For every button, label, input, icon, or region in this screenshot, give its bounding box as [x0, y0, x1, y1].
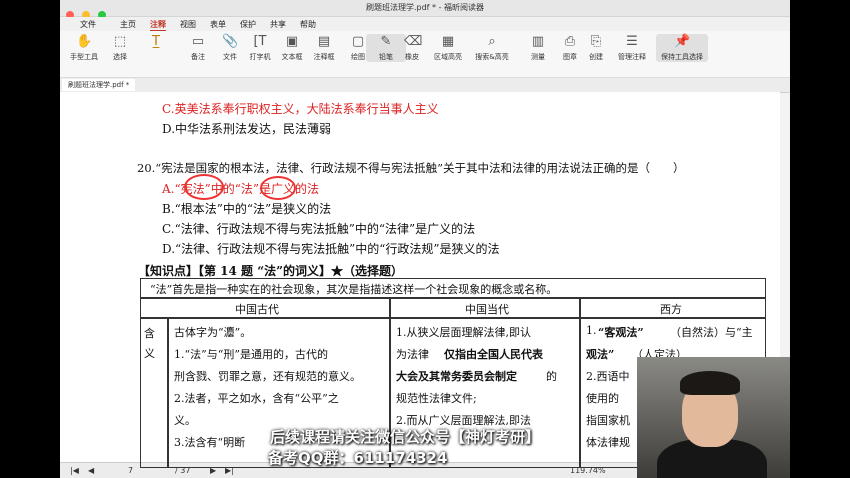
measure-icon: ▥: [531, 34, 545, 49]
select-icon: ⬚: [113, 34, 127, 49]
cell-ancient-line: 2.法者，平之如水，含有“公平”之: [174, 392, 339, 405]
subtitle-line-2: 备考QQ群：611174324: [268, 449, 448, 467]
document-tab[interactable]: 刷题班法理学.pdf *: [62, 79, 136, 91]
textbox-icon: ▣: [285, 34, 299, 49]
cell-modern-line: 规范性法律文件;: [396, 392, 477, 405]
note-icon: ▭: [191, 34, 205, 49]
cell-west-line: （自然法）与“主: [670, 326, 753, 339]
webcam-overlay: [637, 357, 790, 478]
option-b: B.“根本法”中的“法”是狭义的法: [162, 202, 332, 216]
option-c-prev: C.英美法系奉行职权主义，大陆法系奉行当事人主义: [162, 102, 439, 116]
typewriter-icon: [T: [253, 34, 267, 49]
search-highlight-icon: ⌕: [488, 34, 496, 49]
pin-icon: 📌: [674, 34, 691, 49]
cell-west-highlight: 观法”: [586, 348, 615, 361]
cell-modern-line: 1.从狭义层面理解法律,即认: [396, 326, 531, 339]
subtitle-line-1: 后续课程请关注微信公众号【神灯考研】: [270, 428, 541, 446]
area-highlight-button[interactable]: ▦ 区域高亮: [428, 34, 468, 62]
menu-view[interactable]: 视图: [180, 19, 196, 30]
cell-ancient-line: 义。: [174, 414, 196, 427]
menu-file[interactable]: 文件: [80, 19, 96, 30]
cell-west-line: 指国家机: [586, 414, 630, 427]
document-tab-bar: 刷题班法理学.pdf *: [60, 78, 790, 93]
pen-circle-annotation: [184, 174, 224, 200]
prev-page-icon[interactable]: ◀: [88, 466, 94, 475]
create-icon: ⎘: [590, 34, 602, 49]
option-d: D.“法律、行政法规不得与宪法抵触”中的“行政法规”是狭义的法: [162, 242, 500, 256]
draw-icon: ▢: [351, 34, 365, 49]
question-20: 20.“宪法是国家的根本法，法律、行政法规不得与宪法抵触”关于其中法和法律的用法…: [137, 161, 685, 175]
area-highlight-icon: ▦: [441, 34, 455, 49]
cell-west-line: 1.: [586, 324, 597, 337]
cell-ancient-line: 3.法含有“明断: [174, 436, 246, 449]
pen-circle-annotation: [260, 176, 296, 200]
keep-tool-selected-button[interactable]: 📌 保持工具选择: [656, 34, 708, 62]
text-markup-button[interactable]: T̲: [136, 34, 176, 52]
highlight-text-icon: T̲: [152, 34, 160, 49]
cell-modern-highlight: 仅指由全国人民代表: [444, 348, 543, 361]
knowledge-point-heading: 【知识点】【第 14 题 “法”的词义】★（选择题）: [138, 264, 404, 278]
window-title: 刷题班法理学.pdf * - 福昕阅读器: [365, 3, 485, 12]
cell-west-line: 体法律规: [586, 436, 630, 449]
ribbon-toolbar: ✋ 手型工具 ⬚ 选择 T̲ ▭ 备注 📎 文件 [T 打字机 ▣ 文本框 ▤ 注释框 ▢ 绘图…: [60, 31, 790, 78]
eraser-icon: ⌫: [404, 34, 423, 49]
cell-modern-highlight: 大会及其常务委员会制定: [396, 370, 517, 383]
option-c: C.“法律、行政法规不得与宪法抵触”中的“法律”是广义的法: [162, 222, 476, 236]
menu-help[interactable]: 帮助: [300, 19, 316, 30]
file-icon: 📎: [222, 34, 239, 49]
search-highlight-button[interactable]: ⌕ 搜索&高亮: [472, 34, 512, 62]
select-tool-button[interactable]: ⬚ 选择: [100, 34, 140, 62]
callout-icon: ▤: [317, 34, 331, 49]
row-label: 含义: [144, 327, 155, 360]
cell-west-line: 2.西语中: [586, 370, 630, 383]
cell-ancient-line: 古体字为“灋”。: [174, 326, 252, 339]
menu-home[interactable]: 主页: [120, 19, 136, 30]
menu-protect[interactable]: 保护: [240, 19, 256, 30]
cell-ancient-line: 1.“法”与“刑”是通用的，古代的: [174, 348, 328, 361]
menu-form[interactable]: 表单: [210, 19, 226, 30]
menu-share[interactable]: 共享: [270, 19, 286, 30]
cell-west-highlight: “客观法”: [598, 326, 644, 339]
menu-bar: 文件 主页 注释 视图 表单 保护 共享 帮助: [60, 17, 790, 32]
cell-ancient-line: 刑含戮、罚罪之意，还有规范的意义。: [174, 370, 361, 383]
page-number-input[interactable]: 7: [128, 466, 133, 475]
presenter-hair: [680, 371, 740, 395]
cell-modern-line: 为法律: [396, 348, 429, 361]
eraser-button[interactable]: ⌫ 橡皮: [392, 34, 432, 62]
table-intro: “法”首先是指一种实在的社会现象，其次是指描述这样一个社会现象的概念或名称。: [150, 283, 558, 296]
header-west: 西方: [660, 303, 682, 316]
cell-west-line: 使用的: [586, 392, 619, 405]
option-d-prev: D.中华法系刑法发达，民法薄弱: [162, 122, 332, 136]
manage-annotations-button[interactable]: ☰ 管理注释: [612, 34, 652, 62]
header-modern-china: 中国当代: [465, 303, 509, 316]
manage-annot-icon: ☰: [626, 34, 638, 49]
create-button[interactable]: ⎘ 创建: [576, 34, 616, 62]
hand-icon: ✋: [76, 34, 93, 49]
title-bar: 刷题班法理学.pdf * - 福昕阅读器: [60, 0, 790, 19]
header-ancient-china: 中国古代: [235, 303, 279, 316]
first-page-icon[interactable]: |◀: [70, 466, 79, 475]
hand-tool-button[interactable]: ✋ 手型工具: [64, 34, 104, 62]
cell-modern-line: 的: [546, 370, 557, 383]
